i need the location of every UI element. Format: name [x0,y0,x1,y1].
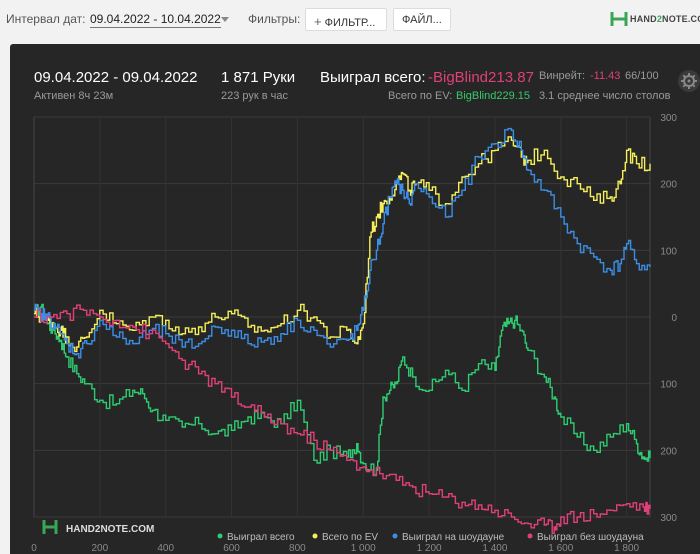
chart-series-group [34,127,651,534]
y-axis-ticks: 300 200 100 0 100 200 300 [660,113,677,524]
x-tick-label: 1 600 [548,543,573,554]
file-button[interactable]: ФАЙЛ... [393,8,451,31]
stats-won-total-value: -BigBlind213.87 [428,69,534,86]
watermark-text: HAND2NOTE.COM [66,524,154,535]
filters-label: Фильтры: [248,12,301,26]
x-tick-label: 1 400 [482,543,507,554]
file-button-label: ФАЙЛ... [402,14,442,26]
legend-marker [527,533,533,539]
x-tick-label: 0 [31,543,37,554]
series-line [34,127,651,359]
y-tick-label: 200 [660,446,677,457]
plus-icon: + [314,14,322,29]
watermark-logo-icon [42,520,58,534]
stats-date: 09.04.2022 - 09.04.2022 [34,69,198,86]
stats-winrate-value: -11.43 [590,70,621,82]
series-line [34,136,651,353]
chart-legend: Выиграл всего Всего по EV Выиграл на шоуда… [217,531,644,543]
graph-panel: 09.04.2022 - 09.04.2022 Активен 8ч 23м 1… [10,44,700,554]
chevron-down-icon[interactable] [221,17,229,22]
logo-mark-icon [610,12,628,26]
stats-won-total-label: Выиграл всего: [320,69,426,86]
x-tick-label: 1 000 [351,543,376,554]
stats-hands: 1 871 Руки [221,69,296,86]
x-tick-label: 200 [92,543,109,554]
watermark: HAND2NOTE.COM [42,520,154,535]
legend-marker [392,533,398,539]
profit-chart: 3002001000100200300 0 200 400 600 800 1 000 1 … [31,113,677,554]
top-toolbar: Интервал дат: 09.04.2022 - 10.04.2022 Фи… [0,0,700,40]
y-tick-label: 200 [660,180,677,191]
legend-marker [312,533,318,539]
legend-label: Выиграл всего [227,532,295,543]
stats-winrate-label: Винрейт: [539,70,586,82]
legend-marker [217,533,223,539]
y-tick-label: 100 [660,380,677,391]
legend-label: Всего по EV [322,532,378,543]
x-tick-label: 800 [289,543,306,554]
x-tick-label: 600 [223,543,240,554]
y-tick-label: 100 [660,246,677,257]
y-tick-label: 300 [660,513,677,524]
filter-button[interactable]: + ФИЛЬТР... [305,8,387,31]
filter-button-label: ФИЛЬТР... [324,17,376,29]
y-tick-label: 0 [671,313,677,324]
x-tick-label: 1 200 [417,543,442,554]
x-tick-label: 1 800 [614,543,639,554]
x-tick-label: 400 [157,543,174,554]
x-axis-ticks: 0 200 400 600 800 1 000 1 200 1 400 1 600 1 800 [31,543,639,554]
hand2note-logo: HAND2NOTE.COM [608,10,700,30]
date-range-picker[interactable]: 09.04.2022 - 10.04.2022 [90,12,221,28]
legend-label: Выиграл без шоудауна [537,531,644,543]
date-interval-label: Интервал дат: [6,12,86,26]
y-tick-label: 300 [660,113,677,124]
logo-text: HAND2NOTE.COM [630,14,700,24]
series-line [34,303,651,476]
legend-label: Выиграл на шоудауне [402,532,505,543]
